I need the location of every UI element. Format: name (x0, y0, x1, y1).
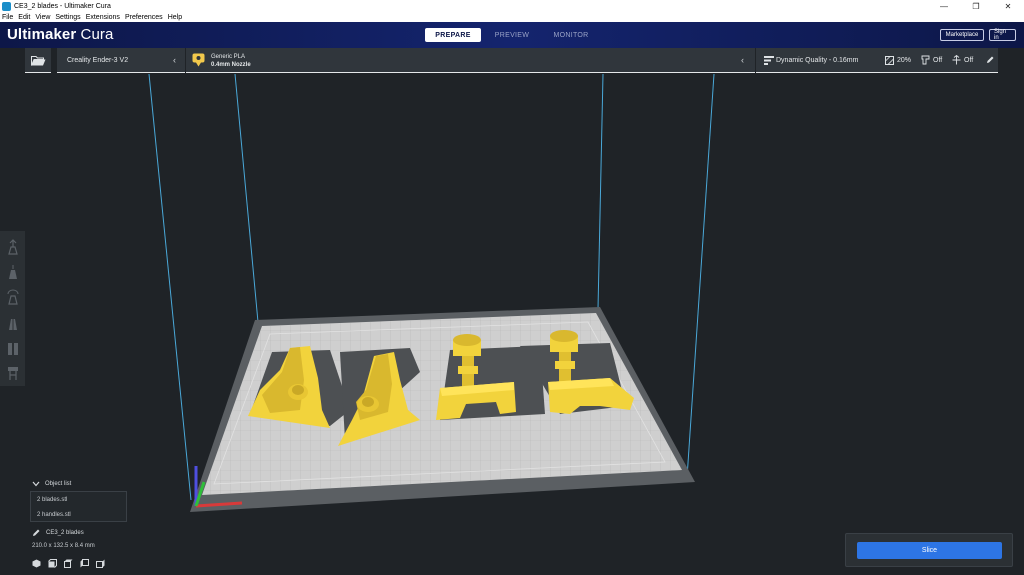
support-blocker-icon (7, 367, 18, 381)
material-name: Generic PLA (211, 54, 246, 60)
top-view-button[interactable] (64, 558, 80, 568)
job-dimensions: 210.0 x 132.5 x 8.4 mm (32, 543, 95, 549)
job-name: CE3_2 blades (46, 530, 84, 536)
tab-preview[interactable]: PREVIEW (484, 28, 540, 42)
menu-help[interactable]: Help (168, 14, 182, 21)
window-title: CE3_2 blades - Ultimaker Cura (14, 2, 111, 10)
list-item[interactable]: 2 blades.stl (31, 492, 126, 507)
infill-icon (885, 56, 894, 65)
marketplace-button[interactable]: Marketplace (940, 29, 984, 41)
slice-button[interactable]: Slice (857, 542, 1002, 559)
profile-icon (764, 56, 774, 65)
mirror-tool-button[interactable] (4, 312, 22, 333)
chevron-left-icon: ‹ (741, 55, 744, 65)
open-file-button[interactable] (25, 48, 51, 73)
maximize-icon[interactable]: ❐ (960, 0, 992, 12)
window-titlebar: CE3_2 blades - Ultimaker Cura — ❐ ✕ (0, 0, 1024, 12)
menu-settings[interactable]: Settings (55, 14, 80, 21)
tool-panel (0, 231, 25, 386)
move-icon (7, 238, 18, 255)
menu-preferences[interactable]: Preferences (125, 14, 163, 21)
mirror-icon (8, 315, 17, 330)
sign-in-button[interactable]: Sign in (989, 29, 1016, 41)
object-list-title: Object list (45, 481, 72, 487)
brand-logo: Ultimaker Cura (7, 26, 114, 43)
nozzle-size: 0.4mm Nozzle (211, 62, 251, 68)
rotate-icon (7, 289, 18, 305)
build-volume-edge (148, 73, 192, 501)
right-view-button[interactable] (96, 558, 112, 568)
menu-view[interactable]: View (35, 14, 50, 21)
minimize-icon[interactable]: — (928, 0, 960, 12)
left-view-button[interactable] (80, 558, 96, 568)
folder-icon (30, 55, 45, 66)
menu-extensions[interactable]: Extensions (86, 14, 120, 21)
list-item[interactable]: 2 handles.stl (31, 507, 126, 522)
per-model-settings-icon (7, 342, 18, 355)
object-list-toggle[interactable]: Object list (32, 481, 71, 487)
profile-name: Dynamic Quality - 0.16mm (776, 57, 859, 64)
window-controls: — ❐ ✕ (928, 0, 1024, 12)
build-volume-scene (148, 73, 715, 512)
pencil-icon (33, 529, 40, 536)
job-name-field[interactable]: CE3_2 blades (32, 529, 84, 537)
right-view-icon (96, 559, 105, 568)
cura-app-icon (2, 1, 11, 11)
printer-selector[interactable]: Creality Ender-3 V2 ‹ (57, 48, 185, 73)
object-list: 2 blades.stl 2 handles.stl (30, 491, 127, 522)
per-model-settings-button[interactable] (4, 337, 22, 358)
support-value: Off (933, 57, 943, 64)
left-view-icon (80, 558, 89, 567)
slice-panel: Slice (845, 533, 1013, 567)
front-view-icon (48, 558, 57, 568)
tab-prepare[interactable]: PREPARE (425, 28, 481, 42)
menu-file[interactable]: File (2, 14, 13, 21)
close-icon[interactable]: ✕ (992, 0, 1024, 12)
front-view-button[interactable] (48, 558, 64, 568)
extruder-icon (192, 53, 205, 67)
build-volume-edge (234, 73, 259, 323)
material-selector[interactable]: Generic PLA 0.4mm Nozzle ‹ (186, 48, 754, 73)
tab-monitor[interactable]: MONITOR (543, 28, 599, 42)
scale-tool-button[interactable] (4, 261, 22, 282)
app-header: Ultimaker Cura PREPARE PREVIEW MONITOR M… (0, 22, 1024, 48)
top-view-icon (64, 559, 73, 568)
printer-setup-bar: Creality Ender-3 V2 ‹ Generic PLA 0.4mm … (57, 48, 998, 73)
stage-tabs: PREPARE PREVIEW MONITOR (425, 28, 602, 42)
rotate-tool-button[interactable] (4, 287, 22, 308)
support-icon (921, 55, 930, 65)
3d-view-icon (32, 559, 41, 567)
pencil-icon (987, 56, 994, 63)
adhesion-icon (952, 55, 961, 65)
3d-viewport[interactable] (0, 73, 1024, 575)
printer-name: Creality Ender-3 V2 (67, 57, 129, 64)
3d-view-button[interactable] (32, 558, 48, 568)
adhesion-value: Off (964, 57, 974, 64)
menu-bar: File Edit View Settings Extensions Prefe… (0, 12, 1024, 22)
move-tool-button[interactable] (4, 236, 22, 257)
infill-value: 20% (897, 57, 912, 64)
build-volume-edge (597, 73, 604, 310)
menu-edit[interactable]: Edit (18, 14, 30, 21)
support-blocker-button[interactable] (4, 363, 22, 384)
scale-icon (8, 264, 17, 279)
chevron-down-icon (32, 481, 40, 487)
build-volume-edge (686, 73, 715, 479)
view-orientation-buttons (32, 558, 112, 568)
print-settings-selector[interactable]: Dynamic Quality - 0.16mm 20% Off Off (756, 48, 998, 73)
chevron-left-icon: ‹ (173, 55, 176, 65)
